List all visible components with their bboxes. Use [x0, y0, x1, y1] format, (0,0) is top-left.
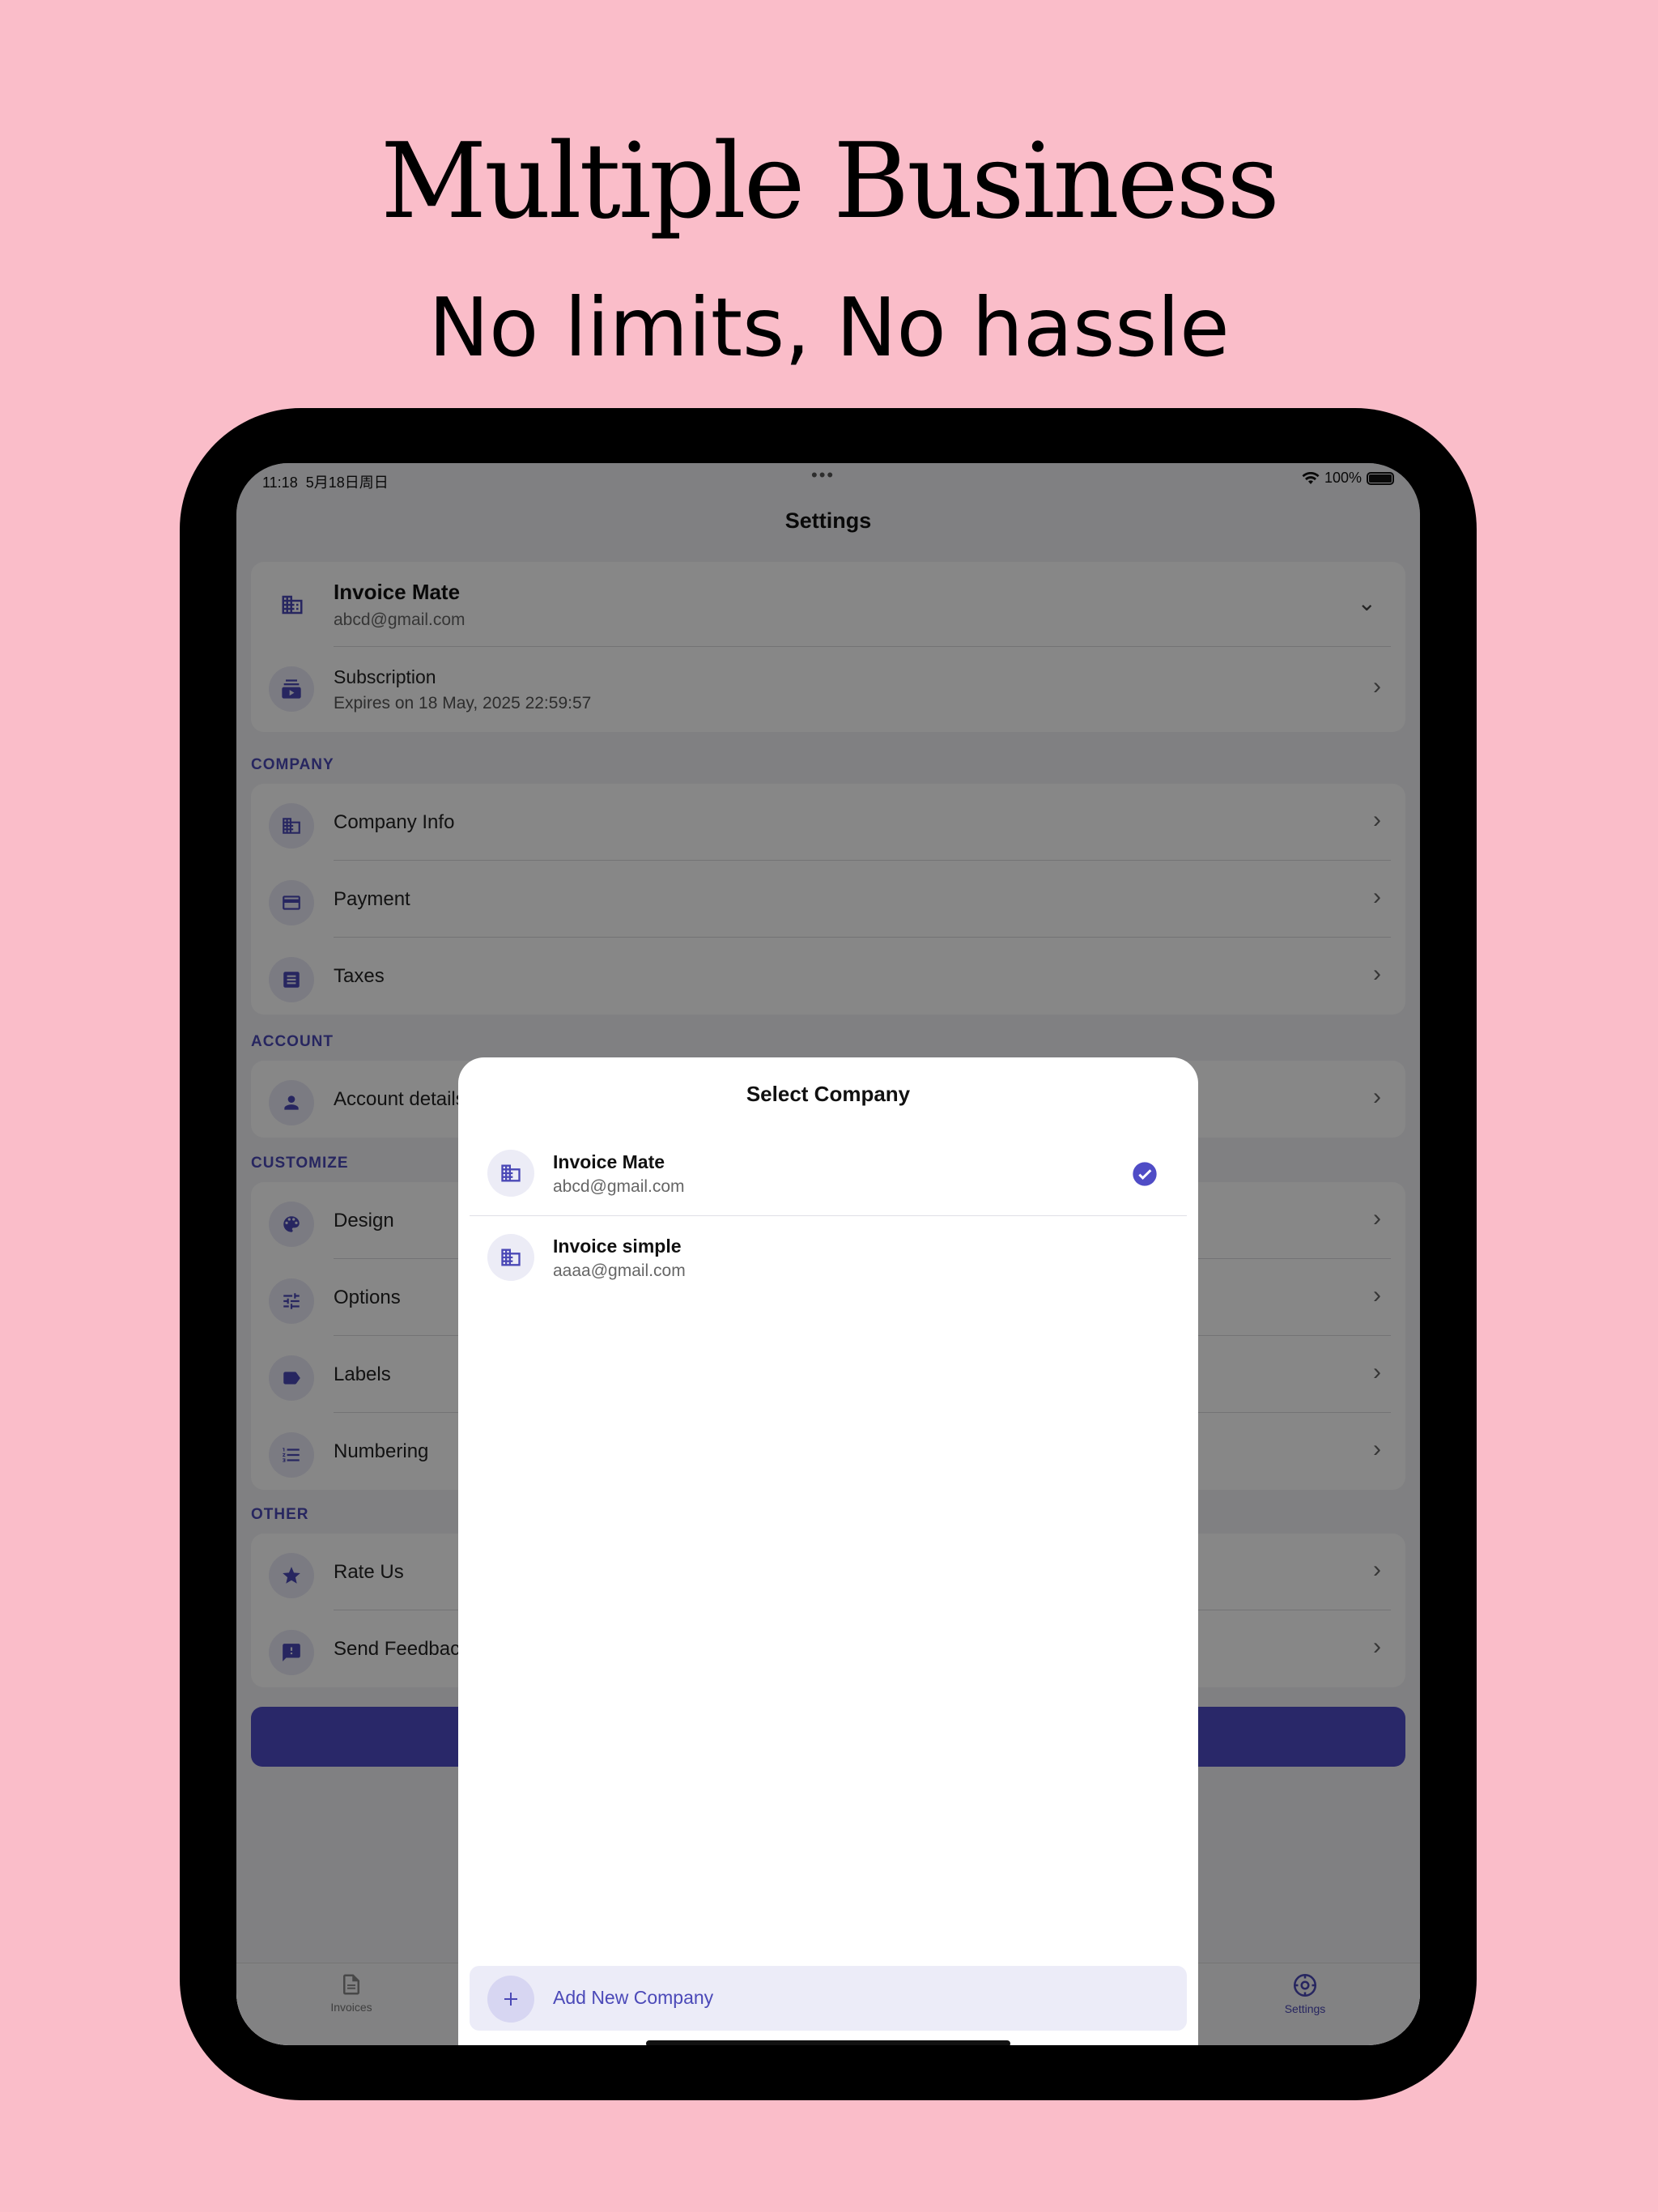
plus-icon [487, 1976, 534, 2023]
company-email: abcd@gmail.com [553, 1177, 685, 1196]
home-indicator[interactable] [646, 2040, 1010, 2045]
company-option-invoice-mate[interactable]: Invoice Mate abcd@gmail.com [470, 1134, 1187, 1216]
row-divider [470, 1215, 1187, 1216]
add-new-company-button[interactable]: Add New Company [470, 1966, 1187, 2031]
add-new-company-label: Add New Company [553, 1987, 714, 2008]
company-option-invoice-simple[interactable]: Invoice simple aaaa@gmail.com [470, 1218, 1187, 1300]
headline-title: Multiple Business [380, 121, 1280, 242]
building-icon [487, 1234, 534, 1281]
company-email: aaaa@gmail.com [553, 1261, 686, 1280]
company-name: Invoice Mate [553, 1151, 665, 1172]
headline-subtitle: No limits, No hassle [428, 280, 1230, 375]
building-icon [487, 1150, 534, 1197]
tablet-screen: 11:18 5月18日周日 ••• 100% Settings Invoice … [236, 463, 1420, 2045]
company-name: Invoice simple [553, 1236, 682, 1257]
tablet-device-frame: 11:18 5月18日周日 ••• 100% Settings Invoice … [180, 408, 1477, 2100]
checkmark-circle-icon [1132, 1161, 1158, 1191]
select-company-sheet: Select Company Invoice Mate abcd@gmail.c… [458, 1057, 1198, 2045]
sheet-title: Select Company [746, 1082, 911, 1106]
